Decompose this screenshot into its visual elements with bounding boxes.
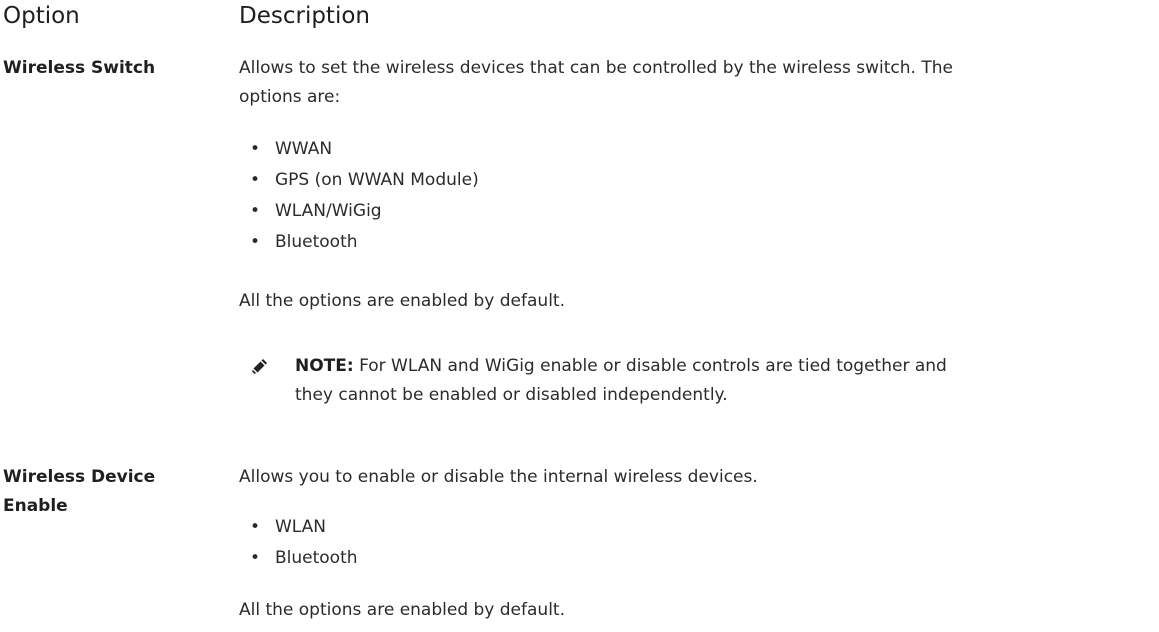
bullet: • <box>250 139 261 159</box>
list-item: • Bluetooth <box>250 227 479 258</box>
note-text: NOTE: For WLAN and WiGig enable or disab… <box>295 356 947 405</box>
table-header: Option Description <box>0 3 1159 37</box>
bullet: • <box>250 548 261 568</box>
option-wireless-switch: Wireless Switch <box>3 58 156 78</box>
header-option: Option <box>3 3 80 29</box>
note-label: NOTE: <box>295 356 354 376</box>
wireless-switch-default-text: All the options are enabled by default. <box>239 291 565 311</box>
document-page: Option Description Wireless Switch Allow… <box>0 0 1159 632</box>
note-callout: NOTE: For WLAN and WiGig enable or disab… <box>248 352 1148 432</box>
list-item: • WWAN <box>250 134 479 165</box>
wireless-device-default-text: All the options are enabled by default. <box>239 600 565 620</box>
list-item: • GPS (on WWAN Module) <box>250 165 479 196</box>
wireless-switch-description: Allows to set the wireless devices that … <box>239 54 1149 112</box>
bullet: • <box>250 170 261 190</box>
bullet: • <box>250 517 261 537</box>
pencil-icon <box>251 359 267 375</box>
bullet: • <box>250 232 261 252</box>
header-description: Description <box>239 3 370 29</box>
description-line: Allows to set the wireless devices that … <box>239 58 953 78</box>
wireless-device-enable-description: Allows you to enable or disable the inte… <box>239 467 758 487</box>
list-item: • WLAN/WiGig <box>250 196 479 227</box>
wireless-device-options-list: • WLAN • Bluetooth <box>250 512 358 574</box>
wireless-switch-options-list: • WWAN • GPS (on WWAN Module) • WLAN/WiGig … <box>250 134 479 258</box>
description-line: options are: <box>239 87 341 107</box>
list-item: • WLAN <box>250 512 358 543</box>
option-wireless-device-enable: Wireless Device Enable <box>3 467 156 516</box>
list-item: • Bluetooth <box>250 543 358 574</box>
bullet: • <box>250 201 261 221</box>
